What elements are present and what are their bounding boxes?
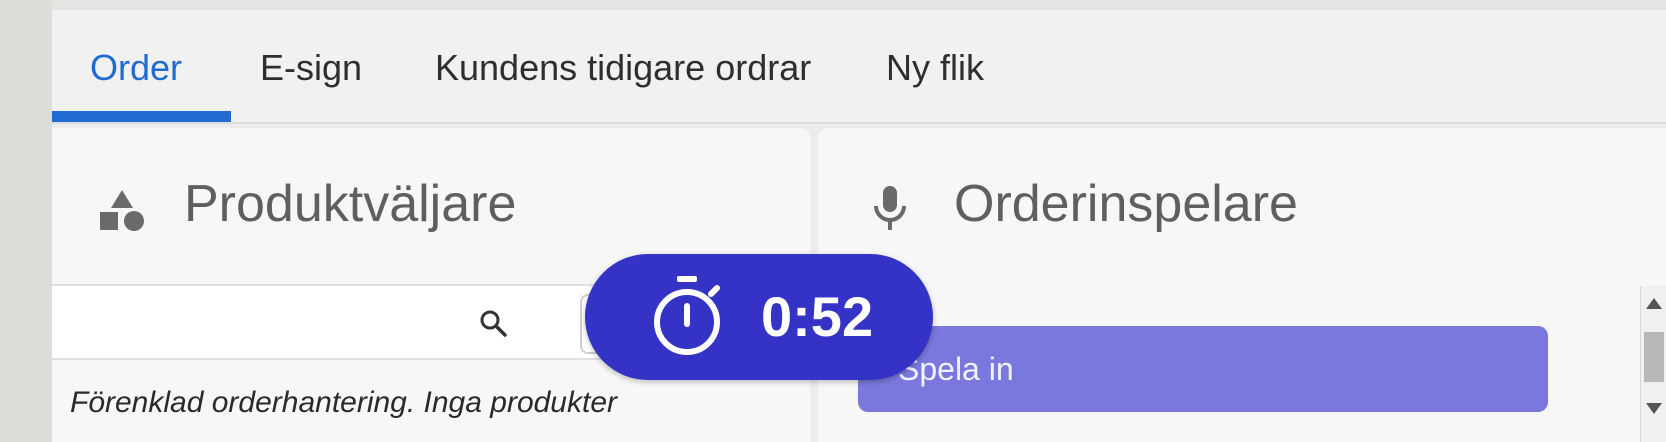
shapes-icon <box>100 190 144 231</box>
record-button[interactable]: Spela in <box>858 326 1548 412</box>
tab-e-sign[interactable]: E-sign <box>260 10 362 122</box>
timer-value: 0:52 <box>761 285 874 348</box>
window-left-edge <box>0 0 52 442</box>
search-icon[interactable] <box>478 308 508 338</box>
product-picker-title: Produktväljare <box>184 175 517 233</box>
simplified-order-info: Förenklad orderhantering. Inga produkter <box>70 386 618 419</box>
scrollbar-thumb[interactable] <box>1644 332 1664 382</box>
order-recorder-panel: Orderinspelare Spela in <box>818 128 1666 442</box>
scroll-down-arrow-icon[interactable] <box>1641 396 1666 420</box>
scroll-up-arrow-icon[interactable] <box>1641 292 1666 316</box>
tab-bar: Order E-sign Kundens tidigare ordrar Ny … <box>52 10 1666 124</box>
stopwatch-icon <box>654 276 720 355</box>
countdown-timer[interactable]: 0:52 <box>585 254 933 380</box>
vertical-scrollbar[interactable] <box>1640 286 1666 442</box>
microphone-icon <box>874 186 906 230</box>
tab-new[interactable]: Ny flik <box>886 10 984 122</box>
tab-order[interactable]: Order <box>90 10 182 122</box>
active-tab-indicator <box>52 111 231 122</box>
tab-previous-orders[interactable]: Kundens tidigare ordrar <box>435 10 811 122</box>
order-recorder-title: Orderinspelare <box>954 175 1298 233</box>
